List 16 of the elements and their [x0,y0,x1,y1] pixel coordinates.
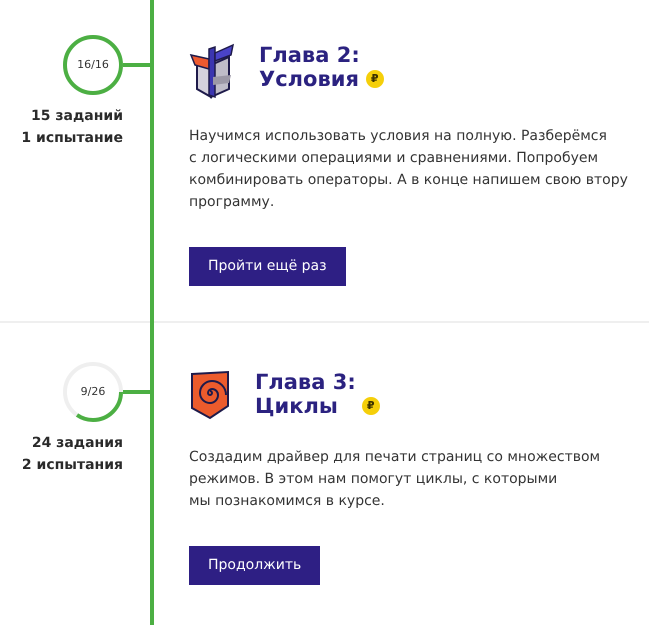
task-count: 2 испытания [22,456,123,475]
task-count: 24 задания [32,434,123,453]
chapter-description: Создадим драйвер для печати страниц со множеством режимов. В этом нам помогут циклы, с которыми мы познакомимся в курсе. [189,448,600,511]
chapter-button[interactable]: Продолжить [189,546,320,585]
progress-count: 9/26 [80,384,106,400]
spiral-shield-icon [189,370,231,420]
chapter-description: Научимся использовать условия на полную. Разберёмся с логическими операциями и сравнениями. Попробуем комбинировать операторы. А в конце напишем свою втору программу. [189,127,628,212]
chapter-button[interactable]: Пройти ещё раз [189,247,346,286]
task-count: 1 испытание [21,129,123,148]
chapter-title: Глава 2: Условия [259,43,360,91]
box-icon [189,43,235,99]
ruble-badge: ₽ [366,70,384,88]
chapter-title: Глава 3: Циклы [255,370,356,418]
task-count: 15 заданий [31,107,123,126]
ruble-badge: ₽ [362,397,380,415]
progress-count: 16/16 [76,56,110,73]
